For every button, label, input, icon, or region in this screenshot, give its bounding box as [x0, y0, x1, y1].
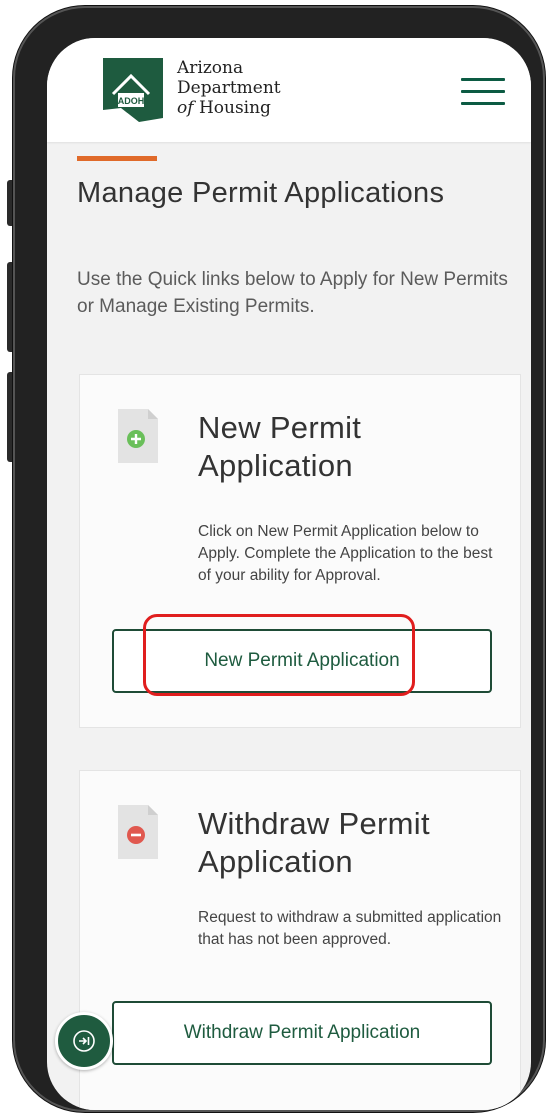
- logo-line-3-suffix: Housing: [198, 98, 271, 118]
- arizona-house-icon: ADOH: [103, 58, 163, 122]
- adoh-logo-text: Arizona Department of Housing: [177, 58, 281, 118]
- svg-text:ADOH: ADOH: [118, 96, 145, 106]
- withdraw-permit-application-button[interactable]: Withdraw Permit Application: [112, 1001, 492, 1065]
- document-add-icon: [118, 409, 158, 463]
- title-accent-bar: [77, 156, 157, 161]
- page-subtitle: Use the Quick links below to Apply for N…: [77, 269, 508, 317]
- new-permit-application-button[interactable]: New Permit Application: [112, 629, 492, 693]
- new-permit-card-title: New Permit Application: [198, 410, 362, 483]
- withdraw-permit-card-title: Withdraw Permit Application: [198, 806, 430, 879]
- logo-line-3-prefix: of: [177, 98, 194, 118]
- logo-line-2: Department: [177, 78, 281, 98]
- adoh-logo-mark[interactable]: ADOH: [101, 56, 165, 124]
- logo-line-1: Arizona: [177, 58, 244, 78]
- phone-screen: ADOH Arizona Department of Housing Manag…: [47, 38, 531, 1110]
- new-permit-card: New Permit Application Click on New Perm…: [79, 374, 521, 728]
- withdraw-permit-card-description: Request to withdraw a submitted applicat…: [198, 909, 502, 948]
- phone-frame: ADOH Arizona Department of Housing Manag…: [13, 6, 545, 1112]
- document-remove-icon: [118, 805, 158, 859]
- site-header: ADOH Arizona Department of Housing: [47, 38, 531, 142]
- logo-line-3: of Housing: [177, 98, 281, 118]
- arrow-to-right-icon[interactable]: [55, 1012, 113, 1070]
- withdraw-permit-card: Withdraw Permit Application Request to w…: [79, 770, 521, 1110]
- page-title: Manage Permit Applications: [77, 177, 445, 209]
- hamburger-menu-icon[interactable]: [461, 78, 505, 106]
- new-permit-card-description: Click on New Permit Application below to…: [198, 523, 493, 584]
